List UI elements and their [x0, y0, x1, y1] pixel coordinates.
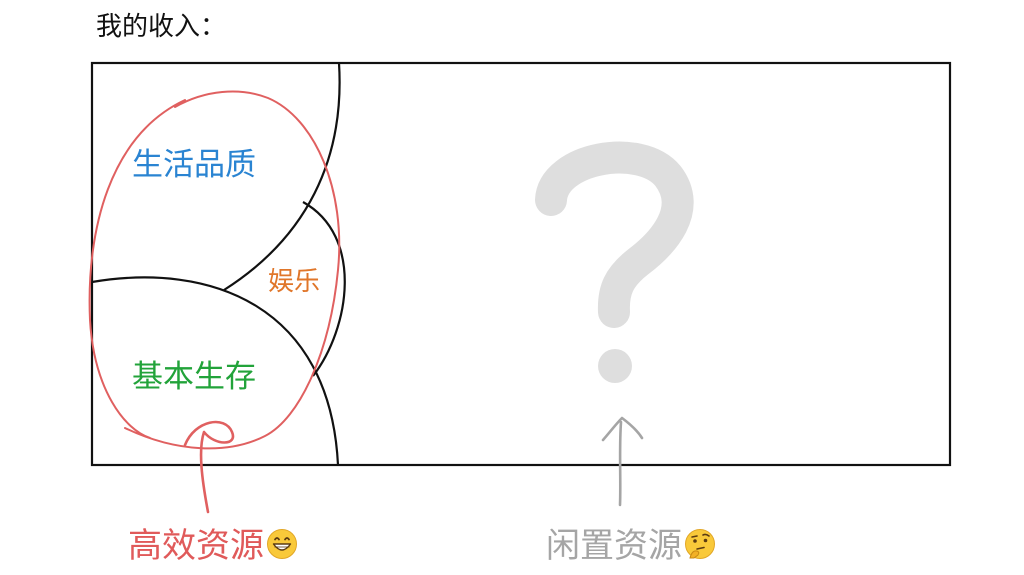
income-diagram	[88, 61, 952, 514]
idle-label: 闲置资源	[546, 526, 682, 566]
efficient-callout: 高效资源	[128, 528, 298, 563]
thinking-face-icon	[685, 529, 715, 559]
grinning-face-icon	[267, 529, 297, 559]
question-mark-icon	[535, 141, 694, 383]
region-label-basic: 基本生存	[132, 359, 256, 395]
idle-callout: 闲置资源	[546, 528, 716, 563]
region-label-quality: 生活品质	[132, 147, 256, 183]
idle-arrow	[601, 416, 644, 507]
income-frame	[90, 61, 952, 467]
efficient-arrow	[183, 420, 235, 514]
region-label-fun: 娱乐	[268, 267, 321, 297]
efficient-label: 高效资源	[128, 526, 264, 566]
